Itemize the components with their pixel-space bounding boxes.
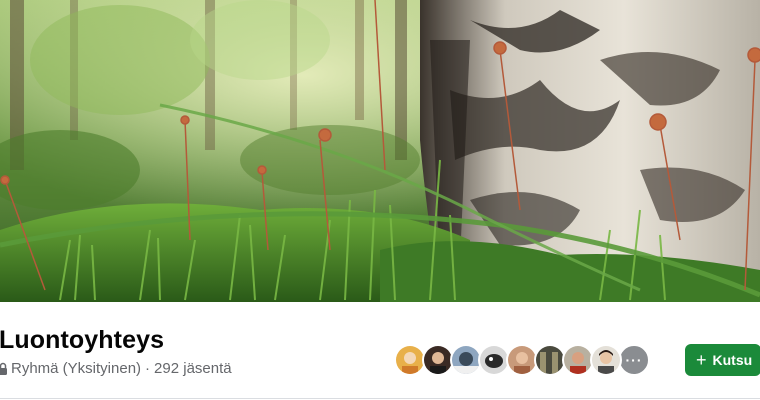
lock-icon [0,362,7,375]
plus-icon: + [696,350,707,370]
group-title[interactable]: Luontoyhteys [0,326,164,355]
invite-label: Kutsu [712,352,753,368]
group-meta: Ryhmä (Yksityinen) · 292 jäsentä [0,360,232,377]
group-header: Luontoyhteys Ryhmä (Yksityinen) · 292 jä… [0,302,760,400]
cover-photo[interactable] [0,0,760,302]
meta-separator: · [145,360,151,377]
more-members-button[interactable]: ··· [618,344,650,376]
avatar[interactable] [590,344,622,376]
divider [0,398,760,399]
invite-button[interactable]: + Kutsu [685,344,760,376]
member-count[interactable]: 292 jäsentä [154,360,232,377]
member-avatars[interactable]: ··· [394,344,650,376]
privacy-label[interactable]: Ryhmä (Yksityinen) [11,360,141,377]
